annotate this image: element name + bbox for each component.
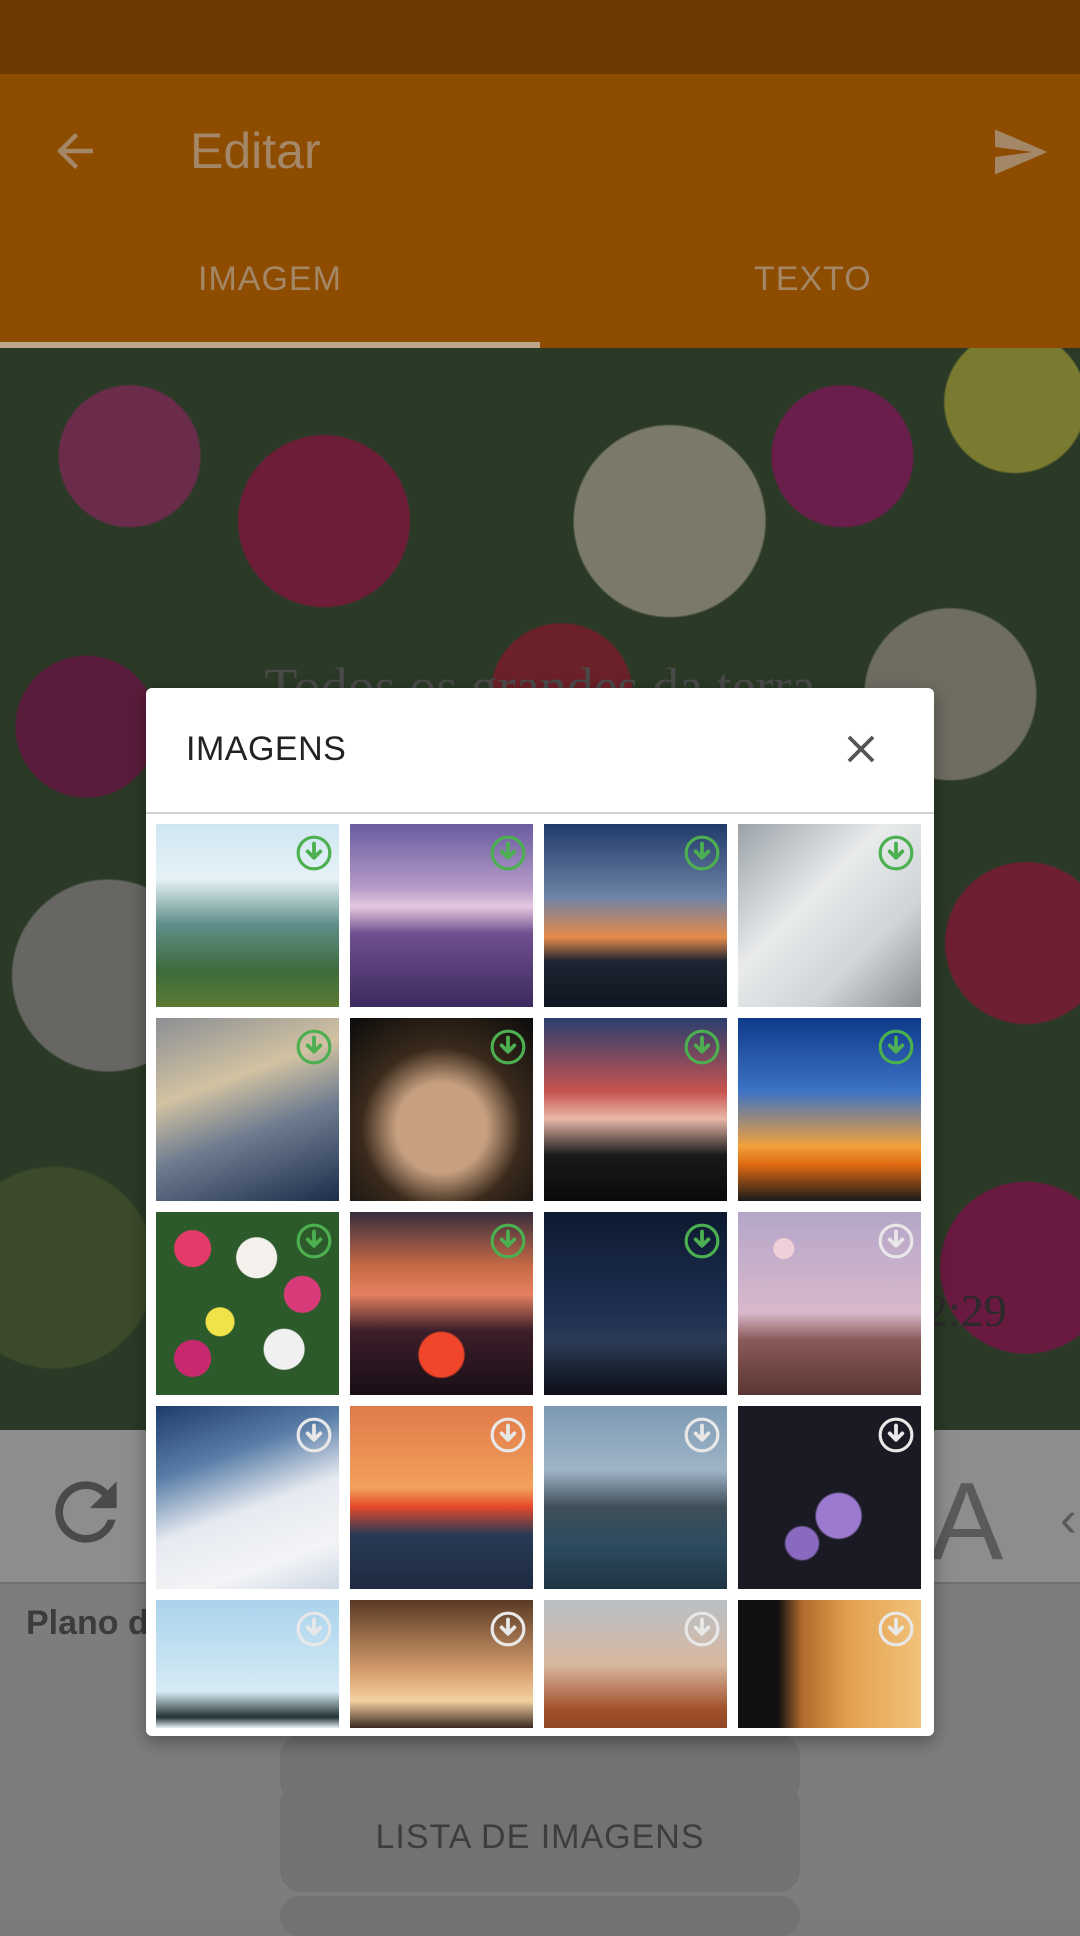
image-thumbnail-sunset-boat[interactable] [350, 824, 533, 1007]
tab-imagem[interactable]: IMAGEM [198, 260, 342, 299]
download-done-icon[interactable] [683, 834, 721, 872]
image-thumbnail-mountains[interactable] [156, 824, 339, 1007]
app-bar: Editar IMAGEM TEXTO [0, 74, 1080, 348]
tab-texto[interactable]: TEXTO [754, 260, 872, 299]
image-thumbnail-red-rocks[interactable] [544, 1600, 727, 1728]
image-thumbnail-lighthouse[interactable] [544, 1406, 727, 1589]
download-icon[interactable] [877, 1222, 915, 1260]
plano-label: Plano d [26, 1604, 149, 1642]
download-icon[interactable] [683, 1416, 721, 1454]
refresh-icon[interactable] [40, 1466, 132, 1558]
download-icon[interactable] [489, 1416, 527, 1454]
download-done-icon[interactable] [683, 1028, 721, 1066]
download-done-icon[interactable] [489, 1028, 527, 1066]
image-thumbnail-tulips[interactable] [156, 1212, 339, 1395]
image-thumbnail-horizon-sunset[interactable] [738, 1018, 921, 1201]
download-done-icon[interactable] [683, 1222, 721, 1260]
close-icon[interactable] [838, 726, 884, 772]
page-title: Editar [190, 123, 321, 179]
download-done-icon[interactable] [877, 1028, 915, 1066]
image-thumbnail-clouds-rays[interactable] [156, 1018, 339, 1201]
font-icon[interactable]: A [930, 1458, 1003, 1585]
images-dialog: IMAGENS [146, 688, 934, 1736]
download-icon[interactable] [295, 1610, 333, 1648]
send-icon[interactable] [990, 122, 1050, 182]
download-done-icon[interactable] [295, 834, 333, 872]
download-done-icon[interactable] [295, 1222, 333, 1260]
download-done-icon[interactable] [489, 1222, 527, 1260]
download-done-icon[interactable] [877, 834, 915, 872]
image-thumbnail-sea-sunset-birds[interactable] [350, 1406, 533, 1589]
image-thumbnail-moon-hills[interactable] [738, 1212, 921, 1395]
option-button[interactable] [280, 1896, 800, 1936]
download-icon[interactable] [877, 1416, 915, 1454]
image-thumbnail-open-book[interactable] [738, 824, 921, 1007]
chevron-left-icon[interactable]: ‹ [1060, 1490, 1077, 1548]
arrow-left-icon[interactable] [48, 124, 102, 178]
image-thumbnail-reading-silhouette[interactable] [738, 1600, 921, 1728]
lista-de-imagens-button[interactable]: LISTA DE IMAGENS [280, 1782, 800, 1892]
image-thumbnail-purple-flowers[interactable] [738, 1406, 921, 1589]
status-bar [0, 0, 1080, 74]
download-icon[interactable] [877, 1610, 915, 1648]
download-done-icon[interactable] [489, 834, 527, 872]
image-thumbnail-hands[interactable] [350, 1018, 533, 1201]
image-thumbnail-silhouette-arms[interactable] [544, 1018, 727, 1201]
download-icon[interactable] [295, 1416, 333, 1454]
download-icon[interactable] [683, 1610, 721, 1648]
image-thumbnail-sky-sunset[interactable] [544, 824, 727, 1007]
download-done-icon[interactable] [295, 1028, 333, 1066]
dialog-title: IMAGENS [186, 730, 347, 768]
download-icon[interactable] [489, 1610, 527, 1648]
preview-reference: 2:29 [925, 1285, 1007, 1336]
dialog-divider [146, 812, 934, 814]
image-thumbnail-red-sun[interactable] [350, 1212, 533, 1395]
image-grid [156, 824, 926, 1728]
image-thumbnail-misty-forest[interactable] [350, 1600, 533, 1728]
image-thumbnail-night-mountains[interactable] [544, 1212, 727, 1395]
image-thumbnail-snow-mountain[interactable] [156, 1406, 339, 1589]
image-thumbnail-sky-island[interactable] [156, 1600, 339, 1728]
